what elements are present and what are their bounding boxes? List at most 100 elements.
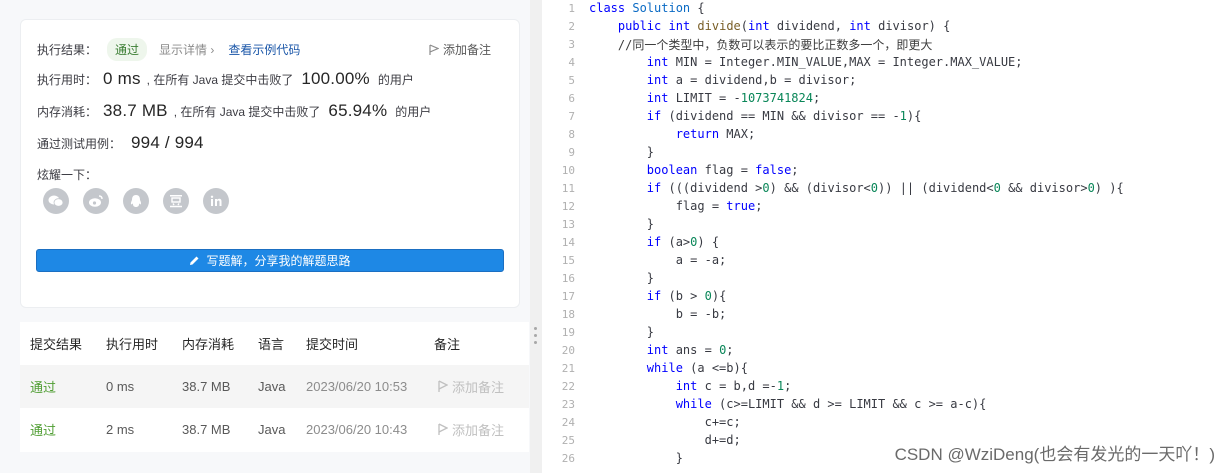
code-line[interactable]: 14 if (a>0) { [542,233,1227,251]
code-line[interactable]: 21 while (a <=b){ [542,359,1227,377]
code-line[interactable]: 1 class Solution { [542,0,1227,17]
line-number: 4 [568,55,575,69]
code-line[interactable]: 23 while (c>=LIMIT && d >= LIMIT && c >=… [542,395,1227,413]
code-text: if (a>0) { [646,235,720,249]
share-row: 炫耀一下： [37,166,97,183]
code-line[interactable]: 24 c+=c; [542,413,1227,431]
time-percent: 100.00% [301,69,370,88]
code-line[interactable]: 13 } [542,215,1227,233]
code-text: boolean flag = false; [646,163,799,177]
code-line[interactable]: 4 int MIN = Integer.MIN_VALUE,MAX = Inte… [542,53,1227,71]
view-sample-code-link[interactable]: 查看示例代码 [228,41,300,58]
row-time: 2 ms [106,422,135,437]
weibo-icon[interactable] [83,188,109,214]
code-line[interactable]: 22 int c = b,d =-1; [542,377,1227,395]
table-row[interactable]: 通过 2 ms 38.7 MB Java 2023/06/20 10:43 添加… [20,408,529,451]
row-add-note-label: 添加备注 [452,380,505,395]
memory-row: 内存消耗： 38.7 MB , 在所有 Java 提交中击败了 65.94% 的… [37,101,431,121]
write-solution-button[interactable]: 写题解，分享我的解题思路 [36,249,504,272]
code-line[interactable]: 17 if (b > 0){ [542,287,1227,305]
table-header: 提交结果 执行用时 内存消耗 语言 提交时间 备注 [20,322,529,365]
header-note: 备注 [434,337,461,352]
memory-label: 内存消耗： [37,104,98,119]
code-line[interactable]: 12 flag = true; [542,197,1227,215]
code-line[interactable]: 10 boolean flag = false; [542,161,1227,179]
result-panel: 执行结果： 通过 显示详情 › 查看示例代码 添加备注 执行用时： 0 ms ,… [0,0,540,473]
code-line[interactable]: 16 } [542,269,1227,287]
code-line[interactable]: 6 int LIMIT = -1073741824; [542,89,1227,107]
add-note-button[interactable]: 添加备注 [429,41,491,58]
line-number: 2 [568,19,575,33]
code-line[interactable]: 5 int a = dividend,b = divisor; [542,71,1227,89]
csdn-watermark: CSDN @WziDeng(也会有发光的一天吖！) [892,440,1217,465]
time-beat-text: , 在所有 Java 提交中击败了 [146,72,294,87]
row-add-note-button[interactable]: 添加备注 [438,420,504,439]
memory-value: 38.7 MB [103,101,168,120]
header-submit-time: 提交时间 [306,337,359,352]
header-language: 语言 [258,337,285,352]
code-line[interactable]: 8 return MAX; [542,125,1227,143]
tests-value: 994 / 994 [131,133,204,152]
wechat-icon[interactable] [43,188,69,214]
code-line[interactable]: 20 int ans = 0; [542,341,1227,359]
code-line[interactable]: 2 public int divide(int dividend, int di… [542,17,1227,35]
qq-icon[interactable] [123,188,149,214]
code-text: flag = true; [589,199,763,213]
header-memory: 内存消耗 [182,337,235,352]
line-number: 11 [561,181,575,195]
line-number: 6 [568,91,575,105]
flag-icon [429,43,439,55]
code-text: int a = dividend,b = divisor; [646,73,857,87]
line-number: 16 [561,271,575,285]
share-label: 炫耀一下： [37,168,98,182]
row-time: 0 ms [106,379,135,394]
line-number: 25 [561,433,575,447]
show-detail-link[interactable]: 显示详情 › [159,41,214,58]
code-text: a = -a; [589,253,727,267]
code-text: class Solution { [589,1,705,15]
code-line[interactable]: 3 //同一个类型中，负数可以表示的要比正数多一个，即更大 [542,35,1227,53]
pencil-icon [190,256,199,265]
exec-result-label: 执行结果： [37,43,98,57]
code-text: while (c>=LIMIT && d >= LIMIT && c >= a-… [675,397,987,411]
line-number: 7 [568,109,575,123]
line-number: 10 [561,163,575,177]
code-line[interactable]: 15 a = -a; [542,251,1227,269]
code-text: } [589,145,655,159]
drag-handle-icon [534,327,537,344]
code-text: if (b > 0){ [646,289,727,303]
line-number: 22 [561,379,575,393]
row-status-link[interactable]: 通过 [30,420,56,439]
share-icons [43,188,229,214]
tests-label: 通过测试用例： [37,136,122,151]
code-text: } [589,451,683,465]
line-number: 21 [561,361,575,375]
exec-result-row: 执行结果： 通过 显示详情 › 查看示例代码 [37,38,300,61]
code-line[interactable]: 18 b = -b; [542,305,1227,323]
submission-history-table: 提交结果 执行用时 内存消耗 语言 提交时间 备注 通过 0 ms 38.7 M… [20,322,529,452]
code-text: int ans = 0; [646,343,734,357]
row-status-link[interactable]: 通过 [30,377,56,396]
panel-resize-handle[interactable] [530,0,542,473]
code-text: int MIN = Integer.MIN_VALUE,MAX = Intege… [646,55,1023,69]
code-editor[interactable]: 1 class Solution {2 public int divide(int… [542,0,1227,473]
douban-icon[interactable] [163,188,189,214]
row-add-note-button[interactable]: 添加备注 [438,377,504,396]
time-label: 执行用时： [37,72,98,87]
row-language: Java [258,422,286,437]
linkedin-icon[interactable] [203,188,229,214]
line-number: 13 [561,217,575,231]
code-line[interactable]: 19 } [542,323,1227,341]
submission-result-card: 执行结果： 通过 显示详情 › 查看示例代码 添加备注 执行用时： 0 ms ,… [20,19,520,308]
code-line[interactable]: 7 if (dividend == MIN && divisor == -1){ [542,107,1227,125]
line-number: 14 [561,235,575,249]
code-text: int c = b,d =-1; [675,379,792,393]
code-line[interactable]: 11 if (((dividend >0) && (divisor<0)) ||… [542,179,1227,197]
memory-beat-text: , 在所有 Java 提交中击败了 [173,104,321,119]
code-line[interactable]: 9 } [542,143,1227,161]
row-memory: 38.7 MB [182,422,231,437]
code-text: int LIMIT = -1073741824; [646,91,821,105]
show-detail-label: 显示详情 [159,43,208,57]
chevron-right-icon: › [210,43,215,57]
table-row[interactable]: 通过 0 ms 38.7 MB Java 2023/06/20 10:53 添加… [20,365,529,408]
